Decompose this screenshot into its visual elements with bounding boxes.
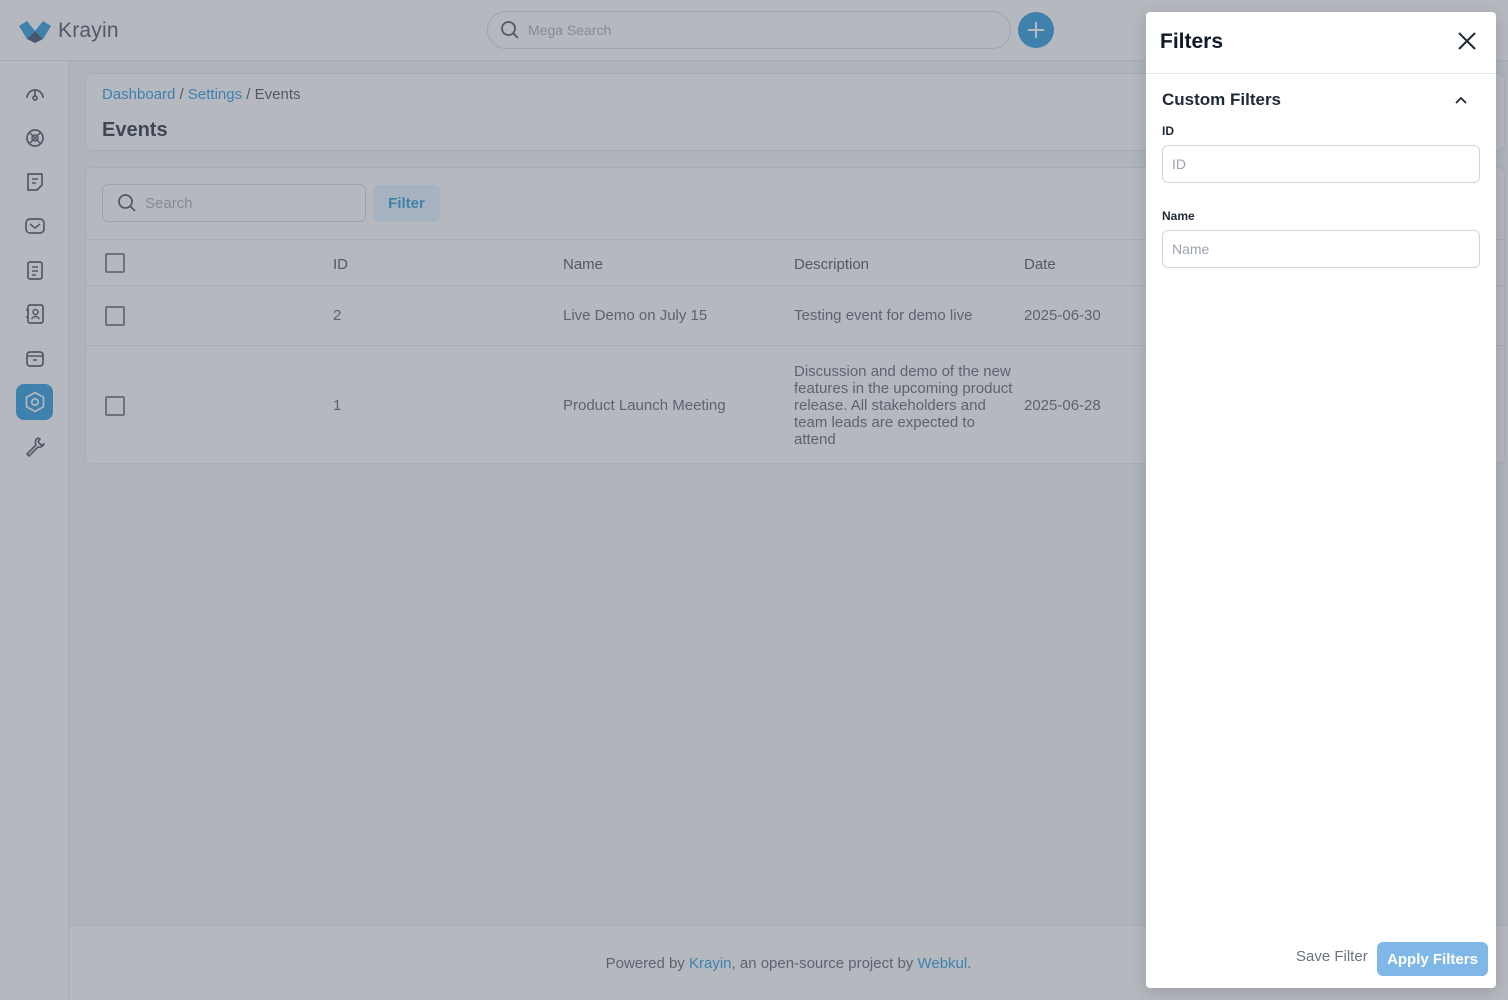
- filters-drawer: Filters Custom Filters ID Name Save Filt…: [1146, 12, 1496, 988]
- custom-filters-title[interactable]: Custom Filters: [1162, 90, 1281, 110]
- chevron-up-icon[interactable]: [1452, 92, 1470, 110]
- close-icon: [1458, 32, 1476, 50]
- close-drawer-button[interactable]: [1454, 28, 1480, 54]
- drawer-title: Filters: [1160, 30, 1224, 53]
- apply-filters-button[interactable]: Apply Filters: [1377, 942, 1488, 976]
- save-filter-button[interactable]: Save Filter: [1296, 948, 1368, 965]
- name-field-label: Name: [1162, 209, 1195, 223]
- name-filter-input[interactable]: [1162, 230, 1480, 268]
- drawer-header: Filters: [1146, 12, 1496, 74]
- id-field-label: ID: [1162, 124, 1174, 138]
- id-filter-input[interactable]: [1162, 145, 1480, 183]
